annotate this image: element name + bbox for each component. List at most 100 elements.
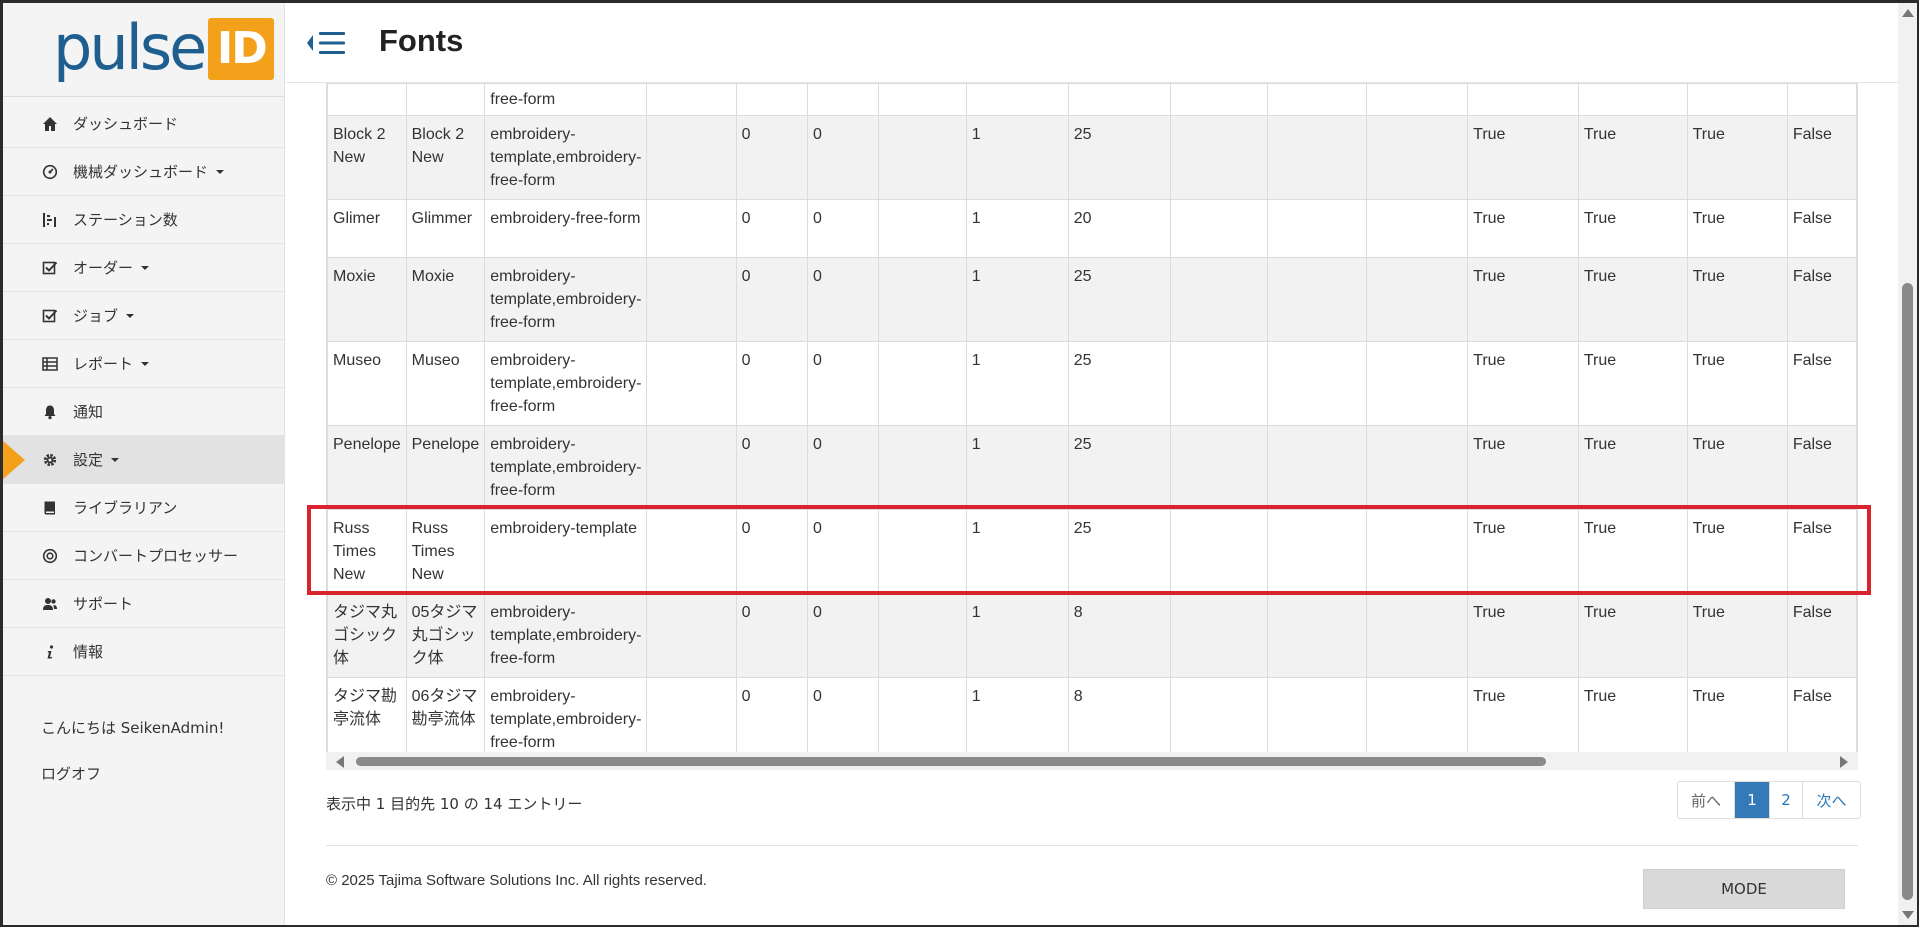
table-row[interactable]: Block 2 New Block 2 New embroidery-templat… xyxy=(327,115,1857,200)
table-cell xyxy=(1067,83,1172,116)
table-cell xyxy=(965,83,1069,116)
table-cell: True xyxy=(1467,199,1579,258)
table-cell xyxy=(1365,341,1469,426)
table-cell: 1 xyxy=(965,115,1069,200)
sidebar-item-3[interactable]: ステーション数 xyxy=(3,196,285,244)
horizontal-scrollbar[interactable] xyxy=(326,752,1858,770)
table-cell: 0 xyxy=(735,257,809,342)
table-cell: False xyxy=(1786,509,1857,594)
table-cell: 0 xyxy=(735,425,809,510)
table-cell: Moxie xyxy=(327,257,407,342)
table-cell xyxy=(877,257,967,342)
scroll-down-icon[interactable] xyxy=(1902,911,1914,919)
table-row[interactable]: Glimer Glimmer embroidery-free-form 0 0 1 20 Tr… xyxy=(327,199,1857,258)
sidebar-item-label: ステーション数 xyxy=(73,211,178,229)
table-cell: Block 2 New xyxy=(327,115,407,200)
logo-divider xyxy=(3,96,285,97)
sidebar-item-1[interactable]: ダッシュボード xyxy=(3,100,285,148)
sidebar-item-label: ダッシュボード xyxy=(73,115,179,133)
table-cell: 0 xyxy=(807,115,879,200)
table-cell xyxy=(877,425,967,510)
logoff-link[interactable]: ログオフ xyxy=(41,763,101,784)
sidebar-item-7[interactable]: 通知 xyxy=(3,388,285,436)
table-cell: 1 xyxy=(965,425,1069,510)
sidebar-item-8[interactable]: 設定 xyxy=(3,436,285,484)
vertical-scroll-thumb[interactable] xyxy=(1902,283,1913,900)
table-row[interactable]: Penelope Penelope embroidery-template,embr… xyxy=(327,425,1857,510)
scroll-left-icon[interactable] xyxy=(336,756,344,768)
sidebar-item-5[interactable]: ジョブ xyxy=(3,292,285,340)
sidebar-item-4[interactable]: オーダー xyxy=(3,244,285,292)
table-row[interactable]: free-form xyxy=(327,83,1857,116)
table-cell: 0 xyxy=(735,115,809,200)
table-row[interactable]: Museo Museo embroidery-template,embroidery… xyxy=(327,341,1857,426)
table-cell: Penelope xyxy=(405,425,486,510)
sidebar-item-label: コンバートプロセッサー xyxy=(73,547,239,565)
table-cell xyxy=(1170,115,1268,200)
table-cell xyxy=(1365,593,1469,678)
table-cell: 0 xyxy=(735,341,809,426)
logo-word: pulse xyxy=(53,11,207,84)
gear-icon xyxy=(41,451,59,469)
page-title: Fonts xyxy=(379,23,464,58)
table-cell xyxy=(1170,257,1268,342)
caret-down-icon xyxy=(216,169,225,174)
table-cell: True xyxy=(1577,425,1688,510)
table-cell: 05タジマ丸ゴシック体 xyxy=(405,593,486,678)
horizontal-scroll-thumb[interactable] xyxy=(356,757,1546,766)
table-cell xyxy=(646,509,737,594)
scroll-right-icon[interactable] xyxy=(1840,756,1848,768)
table-cell: True xyxy=(1577,115,1688,200)
table-cell: Museo xyxy=(327,341,407,426)
user-greeting: こんにちは SeikenAdmin! xyxy=(41,719,225,737)
page-2-button[interactable]: 2 xyxy=(1770,782,1803,818)
sidebar-item-11[interactable]: サポート xyxy=(3,580,285,628)
table-cell xyxy=(646,257,737,342)
sidebar-item-2[interactable]: 機械ダッシュボード xyxy=(3,148,285,196)
pulse-id-logo[interactable]: pulse ID xyxy=(53,11,275,87)
table-cell xyxy=(877,677,967,753)
sidebar-item-12[interactable]: 情報 xyxy=(3,628,285,676)
caret-down-icon xyxy=(126,313,135,318)
table-cell: True xyxy=(1577,677,1688,753)
table-cell: embroidery-template,embroidery-free-form xyxy=(484,341,648,426)
table-cell: 1 xyxy=(965,199,1069,258)
table-cell: False xyxy=(1786,425,1857,510)
table-info: 表示中 1 目的先 10 の 14 エントリー xyxy=(326,795,583,813)
mode-button[interactable]: MODE xyxy=(1643,869,1845,909)
table-cell: Russ Times New xyxy=(405,509,486,594)
table-cell: embroidery-template,embroidery-free-form xyxy=(484,593,648,678)
table-row[interactable]: タジマ丸ゴシック体 05タジマ丸ゴシック体 embroidery-template,… xyxy=(327,593,1857,678)
sidebar-item-6[interactable]: レポート xyxy=(3,340,285,388)
home-icon xyxy=(41,115,59,133)
table-row[interactable]: Russ Times New Russ Times New embroidery-t… xyxy=(327,509,1857,594)
table-row[interactable]: タジマ勘亭流体 06タジマ勘亭流体 embroidery-template,embr… xyxy=(327,677,1857,753)
table-cell: Russ Times New xyxy=(327,509,407,594)
table-cell xyxy=(1266,199,1367,258)
sidebar-item-label: 機械ダッシュボード xyxy=(73,163,209,181)
table-cell: True xyxy=(1577,257,1688,342)
prev-page-button[interactable]: 前へ xyxy=(1678,782,1735,818)
table-row[interactable]: Moxie Moxie embroidery-template,embroidery… xyxy=(327,257,1857,342)
table-cell: タジマ勘亭流体 xyxy=(327,677,407,753)
table-cell xyxy=(877,199,967,258)
menu-toggle-button[interactable] xyxy=(306,29,350,57)
table-cell: 0 xyxy=(807,257,879,342)
vertical-scrollbar[interactable] xyxy=(1898,3,1917,925)
table-cell xyxy=(1266,115,1367,200)
logo-badge: ID xyxy=(208,18,275,80)
page-header: Fonts xyxy=(286,3,1898,83)
table-cell xyxy=(646,341,737,426)
sidebar-item-9[interactable]: ライブラリアン xyxy=(3,484,285,532)
target-icon xyxy=(41,547,59,565)
page-1-button[interactable]: 1 xyxy=(1735,782,1770,818)
table-cell: 0 xyxy=(807,199,879,258)
copyright-text: © 2025 Tajima Software Solutions Inc. Al… xyxy=(326,872,707,889)
sidebar-item-label: 設定 xyxy=(73,451,104,469)
next-page-button[interactable]: 次へ xyxy=(1803,782,1860,818)
table-cell xyxy=(1266,677,1367,753)
scroll-up-icon[interactable] xyxy=(1902,9,1914,17)
table-cell: True xyxy=(1577,199,1688,258)
sidebar-item-10[interactable]: コンバートプロセッサー xyxy=(3,532,285,580)
table-cell xyxy=(807,83,879,116)
